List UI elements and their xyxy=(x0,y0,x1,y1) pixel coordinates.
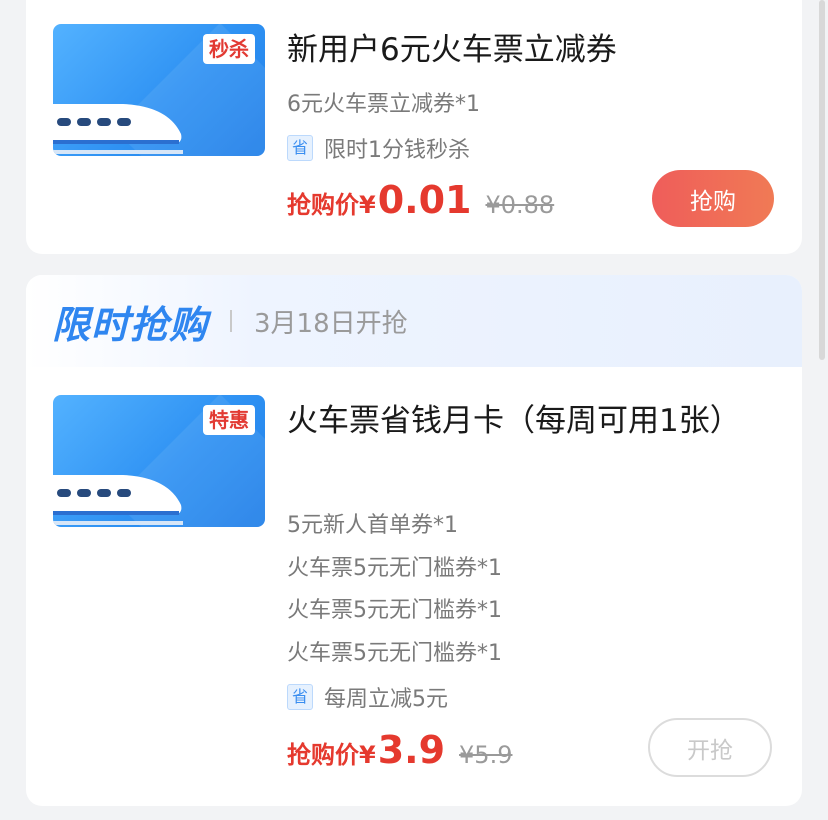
coupon-title: 新用户6元火车票立减券 xyxy=(287,32,617,68)
buy-button[interactable]: 抢购 xyxy=(652,170,774,227)
save-text: 每周立减5元 xyxy=(324,687,448,712)
save-info: 省 每周立减5元 xyxy=(287,681,448,713)
coupon-item: 6元火车票立减券*1 xyxy=(287,92,480,117)
coupon-thumbnail: 秒杀 xyxy=(53,24,265,156)
coupon-item: 火车票5元无门槛券*1 xyxy=(287,598,502,623)
original-price: ¥0.88 xyxy=(485,191,555,219)
save-tag: 省 xyxy=(287,135,313,161)
save-tag: 省 xyxy=(287,684,313,710)
price-row: 抢购价¥ 3.9 ¥5.9 xyxy=(287,728,512,772)
price-label: 抢购价¥ xyxy=(287,191,376,219)
coupon-thumbnail: 特惠 xyxy=(53,395,265,527)
original-price: ¥5.9 xyxy=(459,741,513,769)
special-offer-badge: 特惠 xyxy=(203,405,255,435)
price-row: 抢购价¥ 0.01 ¥0.88 xyxy=(287,178,554,222)
coupon-card-new-user[interactable]: 秒杀 新用户6元火车票立减券 6元火车票立减券*1 省 限时1分钱秒杀 抢购价¥… xyxy=(26,0,802,254)
train-icon xyxy=(53,104,183,154)
flash-sale-date: 3月18日开抢 xyxy=(254,308,408,339)
price-value: 0.01 xyxy=(377,178,472,222)
coupon-item: 火车票5元无门槛券*1 xyxy=(287,556,502,581)
save-info: 省 限时1分钱秒杀 xyxy=(287,132,470,164)
coupon-item: 火车票5元无门槛券*1 xyxy=(287,641,502,666)
start-sale-button[interactable]: 开抢 xyxy=(648,718,772,777)
coupon-title: 火车票省钱月卡（每周可用1张） xyxy=(287,403,741,439)
flash-sale-title: 限时抢购 xyxy=(52,302,209,347)
price-value: 3.9 xyxy=(377,728,446,772)
divider xyxy=(230,310,233,332)
save-text: 限时1分钱秒杀 xyxy=(324,138,470,163)
flash-sale-badge: 秒杀 xyxy=(203,34,255,64)
coupon-card-monthly[interactable]: 限时抢购 3月18日开抢 特惠 火车票省钱月卡（每周可用1张） 5元新人首单券*… xyxy=(26,275,802,806)
train-icon xyxy=(53,475,183,525)
price-label: 抢购价¥ xyxy=(287,741,376,769)
coupon-item: 5元新人首单券*1 xyxy=(287,513,458,538)
flash-sale-header: 限时抢购 3月18日开抢 xyxy=(26,275,802,367)
scrollbar[interactable] xyxy=(819,0,825,360)
